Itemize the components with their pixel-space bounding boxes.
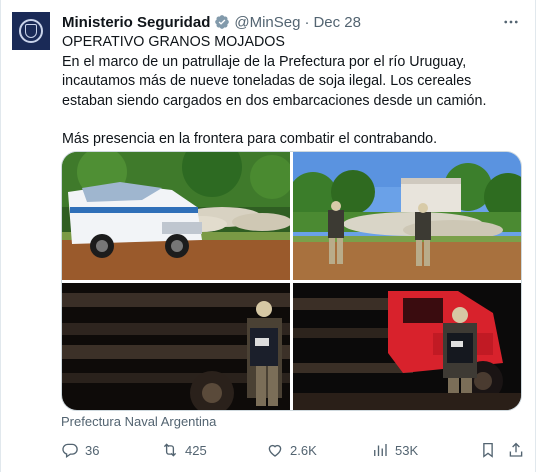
- repost-button[interactable]: 425: [161, 438, 207, 462]
- more-horizontal-icon: [504, 20, 518, 24]
- photo-night-red-truck-officer[interactable]: [293, 283, 521, 410]
- like-count: 2.6K: [290, 442, 317, 458]
- reply-button[interactable]: 36: [61, 438, 99, 462]
- like-button[interactable]: 2.6K: [266, 438, 317, 462]
- tweet-date[interactable]: Dec 28: [313, 14, 361, 31]
- media-caption[interactable]: Prefectura Naval Argentina: [61, 414, 216, 429]
- ministry-seal-icon: [19, 19, 43, 43]
- bookmark-icon: [483, 442, 493, 458]
- header-separator: ·: [304, 13, 310, 31]
- views-count: 53K: [395, 442, 419, 458]
- tweet-headline: OPERATIVO GRANOS MOJADOS: [62, 34, 285, 50]
- tweet-card[interactable]: Ministerio Seguridad @MinSeg · Dec 28 OP…: [0, 0, 536, 472]
- analytics-icon: [374, 444, 387, 456]
- photo-truck-soy-bags[interactable]: [62, 152, 290, 280]
- author-name[interactable]: Ministerio Seguridad: [62, 14, 210, 31]
- verified-badge-icon[interactable]: [214, 14, 230, 30]
- repost-count: 425: [185, 442, 207, 458]
- action-bar: 36 425 2.6K 53K: [61, 438, 525, 462]
- photo-night-truck-officer[interactable]: [62, 283, 290, 410]
- more-options-button[interactable]: [501, 12, 521, 32]
- avatar[interactable]: [12, 12, 50, 50]
- author-handle[interactable]: @MinSeg: [234, 14, 300, 31]
- repost-icon: [163, 443, 177, 457]
- bookmark-button[interactable]: [479, 438, 503, 462]
- tweet-closing-line: Más presencia en la frontera para combat…: [62, 131, 438, 147]
- share-button[interactable]: [507, 438, 531, 462]
- reply-count: 36: [85, 442, 100, 458]
- tweet-paragraph: En el marco de un patrullaje de la Prefe…: [62, 53, 487, 109]
- share-icon: [509, 442, 523, 457]
- reply-icon: [62, 443, 78, 459]
- media-grid: [61, 151, 522, 411]
- photo-officers-soy-pile[interactable]: [293, 152, 521, 280]
- tweet-text: OPERATIVO GRANOS MOJADOS En el marco de …: [62, 33, 524, 150]
- heart-icon: [268, 444, 282, 457]
- tweet-header: Ministerio Seguridad @MinSeg · Dec 28: [62, 12, 361, 32]
- views-button[interactable]: 53K: [371, 438, 418, 462]
